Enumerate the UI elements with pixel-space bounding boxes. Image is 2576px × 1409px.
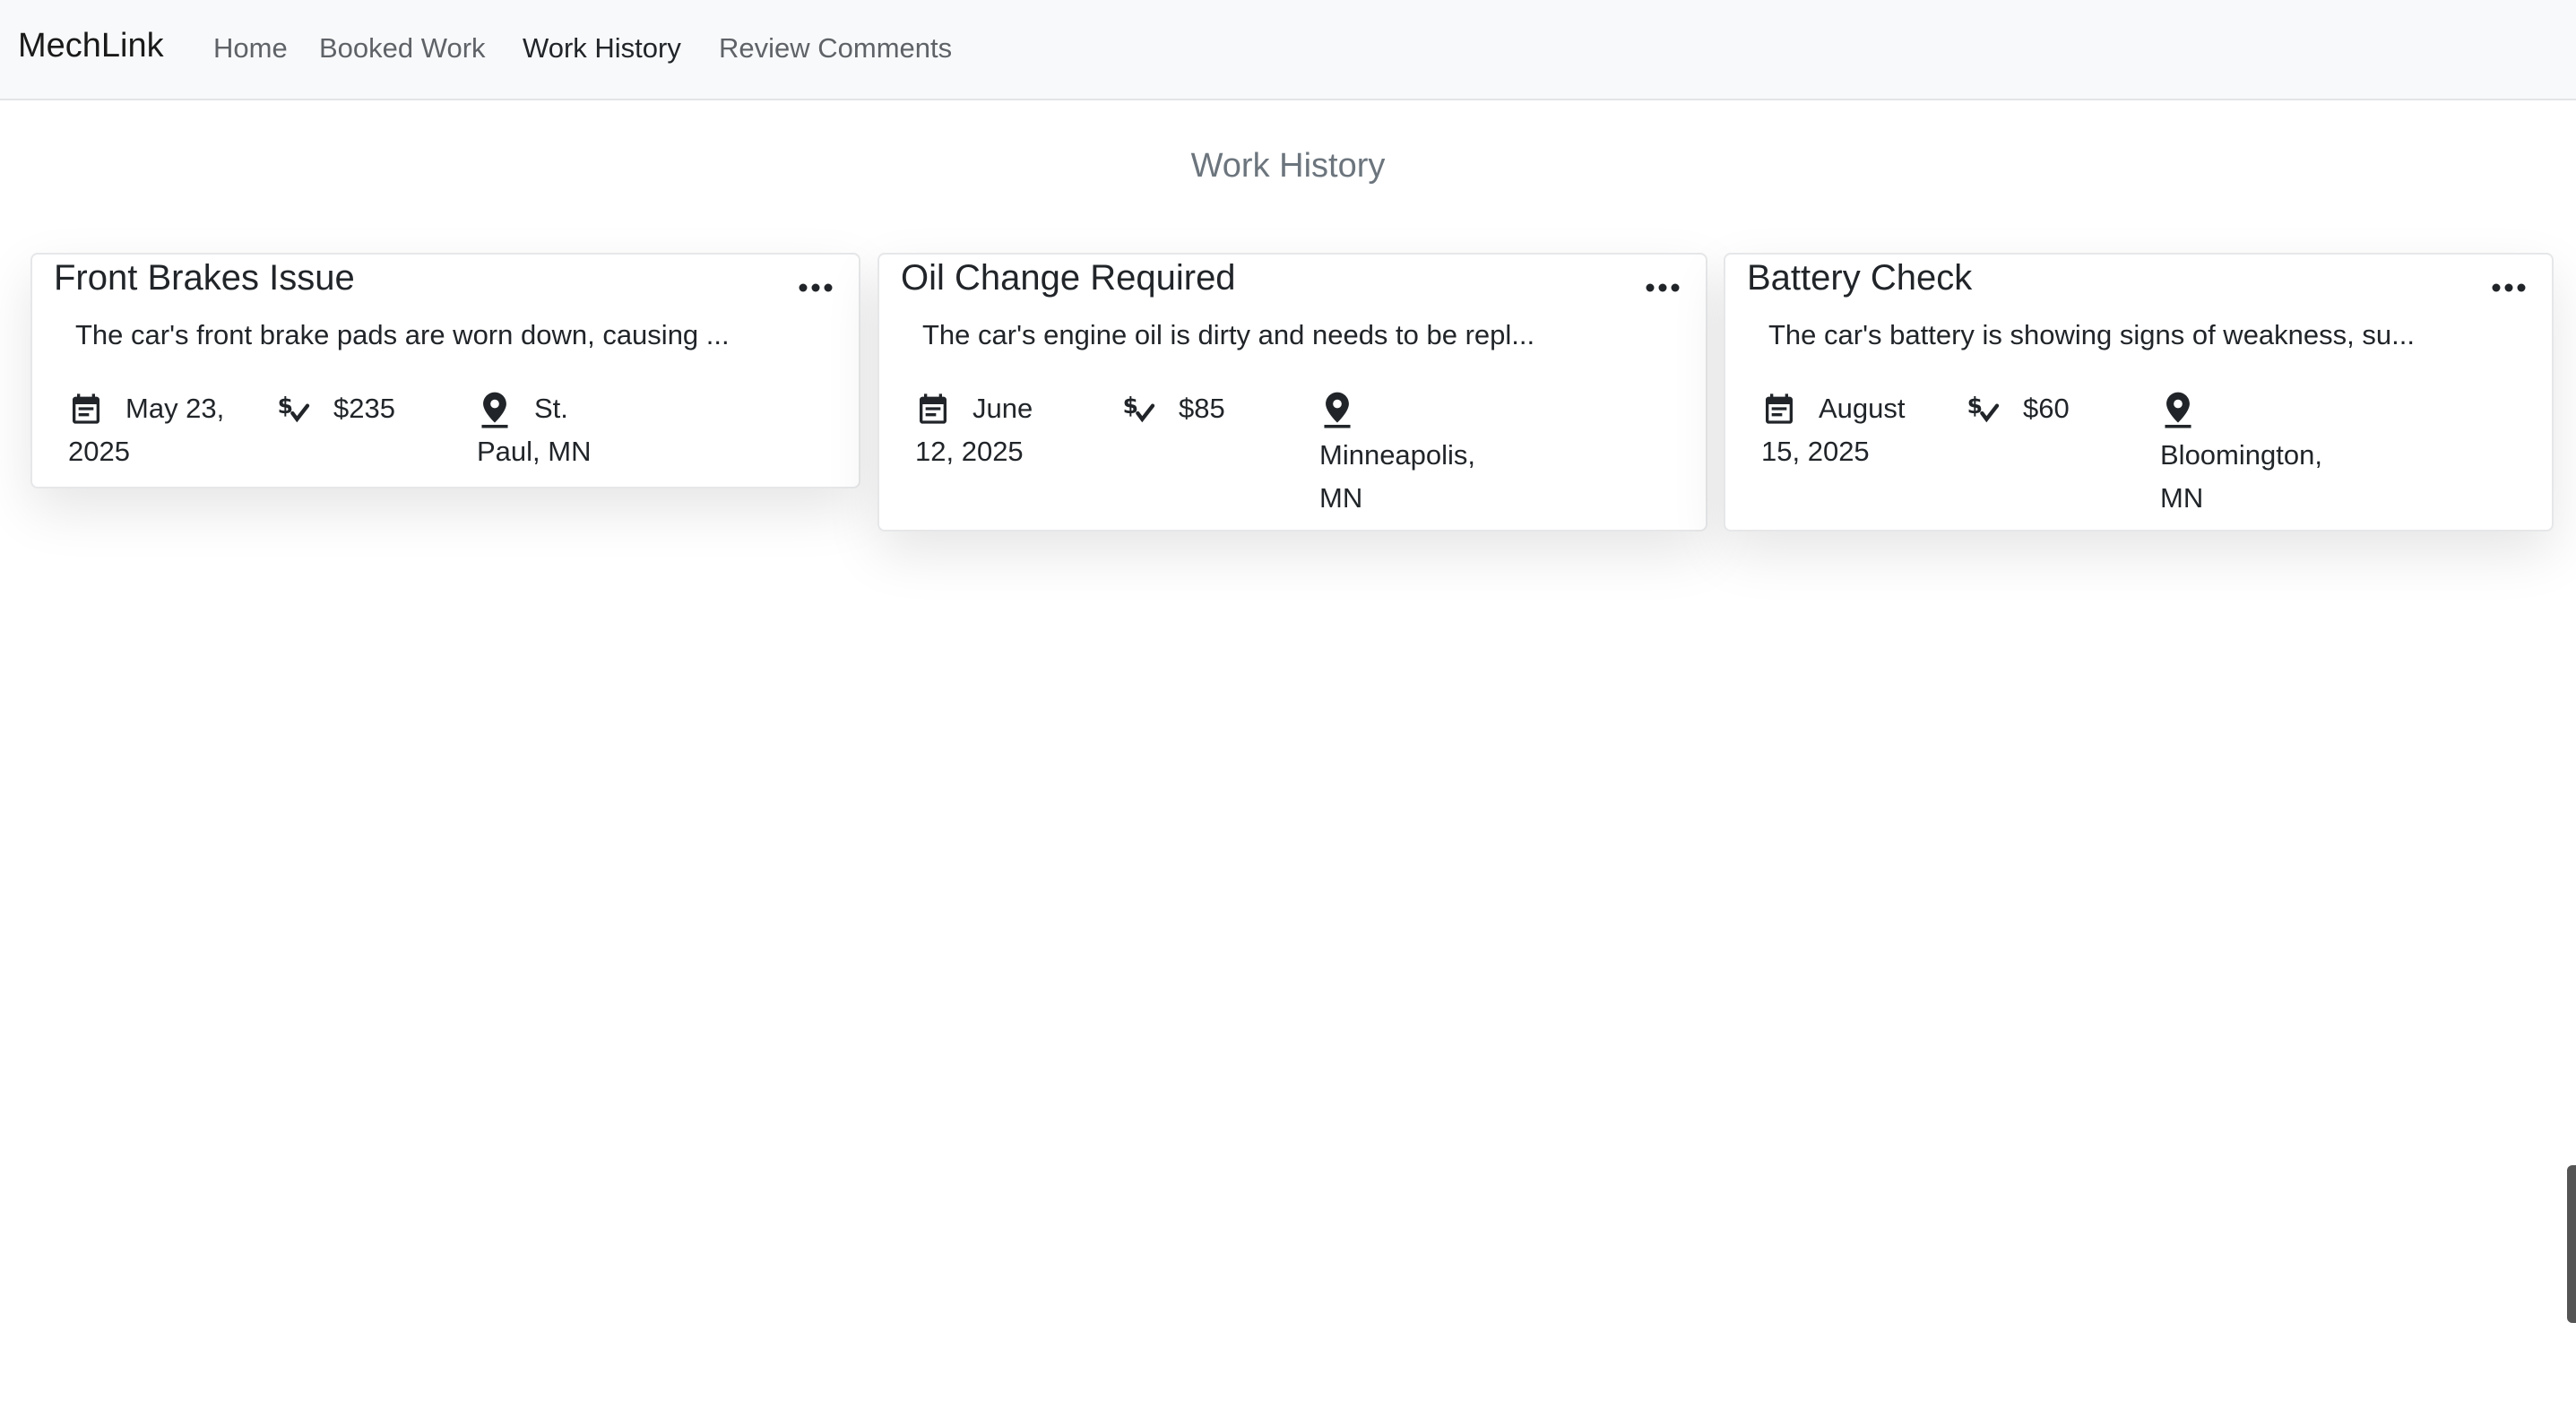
date-line1: May 23, — [125, 393, 225, 424]
dollar-check-icon: $ — [1966, 387, 2001, 430]
work-card[interactable]: Battery Check The car's battery is showi… — [1724, 253, 2554, 532]
map-pin-icon — [477, 387, 513, 430]
top-navbar: MechLink Home Booked Work Work History R… — [0, 0, 2576, 100]
calendar-icon — [1761, 387, 1797, 430]
location-line1: St. — [534, 393, 568, 424]
calendar-icon — [68, 387, 104, 430]
card-title: Front Brakes Issue — [54, 258, 355, 298]
page-title: Work History — [1190, 147, 1386, 185]
svg-text:$: $ — [1123, 393, 1138, 419]
price-value: $235 — [333, 393, 395, 424]
map-pin-icon — [2160, 391, 2196, 434]
nav-link-work-history[interactable]: Work History — [523, 32, 681, 65]
card-description: The car's front brake pads are worn down… — [75, 319, 730, 350]
date-line1: August — [1819, 393, 1906, 424]
date-line2: 12, 2025 — [915, 436, 1024, 467]
more-options-icon[interactable] — [798, 274, 834, 301]
brand-logo[interactable]: MechLink — [18, 27, 164, 65]
card-description: The car's engine oil is dirty and needs … — [922, 319, 1535, 350]
scrollbar-handle[interactable] — [2567, 1165, 2576, 1323]
card-date: June 12, 2025 — [915, 387, 1094, 473]
more-options-icon[interactable] — [2491, 274, 2527, 301]
work-card[interactable]: Oil Change Required The car's engine oil… — [877, 253, 1707, 532]
location-line1: Bloomington, — [2160, 439, 2322, 471]
card-description: The car's battery is showing signs of we… — [1768, 319, 2415, 350]
date-line2: 15, 2025 — [1761, 436, 1870, 467]
card-price: $ $85 — [1121, 387, 1301, 430]
price-value: $60 — [2023, 393, 2070, 424]
map-pin-icon — [1319, 391, 1355, 434]
card-title: Battery Check — [1747, 258, 1973, 298]
card-date: August 15, 2025 — [1761, 387, 1941, 473]
dollar-check-icon: $ — [276, 387, 312, 430]
card-title: Oil Change Required — [901, 258, 1236, 298]
nav-link-booked-work[interactable]: Booked Work — [319, 32, 486, 65]
location-line2: MN — [1319, 482, 1363, 514]
card-price: $ $235 — [276, 387, 455, 430]
price-value: $85 — [1179, 393, 1225, 424]
svg-text:$: $ — [1967, 393, 1983, 419]
work-card[interactable]: Front Brakes Issue The car's front brake… — [30, 253, 860, 488]
card-location: St. Paul, MN — [477, 387, 683, 473]
nav-link-home[interactable]: Home — [213, 32, 288, 65]
card-location: Minneapolis, MN — [1319, 387, 1526, 520]
card-price: $ $60 — [1966, 387, 2145, 430]
date-line1: June — [972, 393, 1033, 424]
svg-text:$: $ — [278, 393, 293, 419]
location-line1: Minneapolis, — [1319, 439, 1476, 471]
card-date: May 23, 2025 — [68, 387, 265, 473]
nav-link-review-comments[interactable]: Review Comments — [719, 32, 952, 65]
date-line2: 2025 — [68, 436, 130, 467]
dollar-check-icon: $ — [1121, 387, 1157, 430]
location-line2: Paul, MN — [477, 436, 592, 467]
calendar-icon — [915, 387, 951, 430]
card-location: Bloomington, MN — [2160, 387, 2375, 520]
more-options-icon[interactable] — [1645, 274, 1681, 301]
location-line2: MN — [2160, 482, 2204, 514]
